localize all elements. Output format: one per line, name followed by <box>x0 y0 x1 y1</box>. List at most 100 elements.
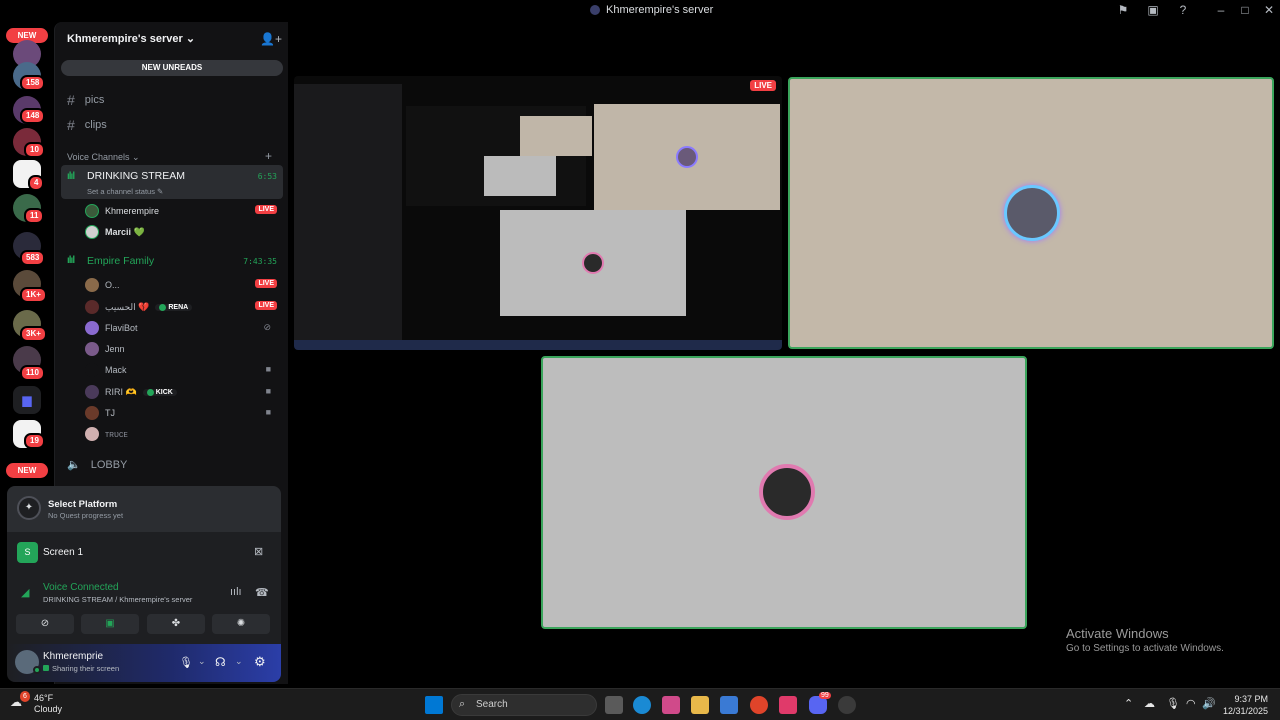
weather-widget[interactable]: ☁ 6 46°F Cloudy <box>10 691 62 715</box>
voice-user[interactable]: الحسيب 💔 RENA LIVE <box>85 298 277 316</box>
deafened-icon: ⊘ <box>263 322 271 332</box>
nested-tile <box>484 156 556 196</box>
avatar <box>85 300 99 314</box>
quest-panel[interactable]: ✦ Select Platform No Quest progress yet <box>7 486 281 532</box>
edge-icon[interactable] <box>633 696 651 714</box>
avatar <box>85 321 99 335</box>
volume-icon[interactable]: 🔊 <box>1202 697 1216 710</box>
store-icon[interactable] <box>720 696 738 714</box>
server-header[interactable]: Khmerempire's server ⌄ <box>67 32 195 45</box>
voice-status[interactable]: Voice Connected <box>43 582 119 593</box>
stream-tile-screen[interactable]: LIVE <box>294 76 782 350</box>
camera-icon: ■ <box>265 407 271 417</box>
invite-icon[interactable]: 👤+ <box>260 32 282 46</box>
chevron-down-icon[interactable]: ⌄ <box>198 656 206 667</box>
unread-badge: 4 <box>28 175 45 191</box>
avatar <box>85 278 99 292</box>
close-icon[interactable]: ✕ <box>1262 3 1276 17</box>
chevron-up-icon[interactable]: ⌃ <box>1124 697 1133 710</box>
inbox-icon[interactable]: ▣ <box>1146 3 1160 17</box>
avatar <box>85 225 99 239</box>
voice-user[interactable]: O... LIVE <box>85 276 277 294</box>
hash-icon: # <box>67 117 75 133</box>
windows-start-icon[interactable] <box>425 696 443 714</box>
app-icon[interactable] <box>779 696 797 714</box>
flag-icon[interactable]: ⚑ <box>1116 3 1130 17</box>
channel-pics[interactable]: # pics <box>67 92 104 108</box>
stream-tile-user[interactable] <box>541 356 1027 629</box>
share-screen-button[interactable]: ▣ <box>81 614 139 634</box>
help-icon[interactable]: ? <box>1176 3 1190 17</box>
voice-user[interactable]: TJ ■ <box>85 404 277 422</box>
soundboard-button[interactable]: ✺ <box>212 614 270 634</box>
voice-user[interactable]: Jenn <box>85 340 277 358</box>
live-badge: LIVE <box>255 279 277 288</box>
hash-icon: # <box>67 92 75 108</box>
user-tag: KICK <box>142 388 177 396</box>
live-badge: LIVE <box>255 301 277 310</box>
maximize-icon[interactable]: □ <box>1238 3 1252 17</box>
minimize-icon[interactable]: – <box>1214 3 1228 17</box>
chrome-icon[interactable] <box>750 696 768 714</box>
m365-icon[interactable] <box>662 696 680 714</box>
nested-tile <box>594 104 780 210</box>
voice-channel-empire[interactable]: ılıl Empire Family 7:43:35 <box>61 252 283 270</box>
screen-share-panel[interactable]: S Screen 1 ⊠ <box>7 532 281 574</box>
camera-icon: ■ <box>265 364 271 374</box>
headset-icon[interactable]: ☊ <box>215 655 226 669</box>
app-icon[interactable] <box>838 696 856 714</box>
unread-badge: 148 <box>20 108 46 124</box>
avatar <box>759 464 815 520</box>
avatar <box>676 146 698 168</box>
voice-user[interactable]: Khmerempire LIVE <box>85 202 277 220</box>
voice-active-icon: ılıl <box>67 171 75 182</box>
voice-user[interactable]: Mack ■ <box>85 361 277 379</box>
chevron-down-icon[interactable]: ⌄ <box>235 656 243 667</box>
category-voice[interactable]: Voice Channels ⌄ <box>67 152 140 163</box>
nested-sidebar <box>294 84 402 340</box>
username[interactable]: Khmeremprie <box>43 651 103 662</box>
stop-share-icon[interactable]: ⊠ <box>254 545 263 558</box>
unread-badge: 11 <box>24 208 45 224</box>
unread-badge: 110 <box>20 365 45 381</box>
stream-tile-user[interactable] <box>788 77 1274 349</box>
unread-badge: 10 <box>24 142 45 158</box>
voice-channel-lobby[interactable]: 🔈 LOBBY <box>67 458 127 472</box>
new-unreads-bar[interactable]: NEW UNREADS <box>61 60 283 76</box>
voice-user[interactable]: Marcii 💚 <box>85 223 277 241</box>
task-view-icon[interactable] <box>605 696 623 714</box>
clock[interactable]: 9:37 PM 12/31/2025 <box>1223 693 1268 717</box>
wifi-icon[interactable]: ◠ <box>1186 697 1196 710</box>
quest-title: Select Platform <box>48 499 118 510</box>
voice-user[interactable]: FlaviBot ⊘ <box>85 319 277 337</box>
activities-button[interactable]: ✤ <box>147 614 205 634</box>
voice-location[interactable]: DRINKING STREAM / Khmerempire's server <box>43 595 192 604</box>
add-channel-icon[interactable]: + <box>265 149 272 163</box>
avatar <box>85 427 99 441</box>
avatar <box>582 252 604 274</box>
user-tag: RENA <box>155 303 193 311</box>
avatar <box>1004 185 1060 241</box>
screen-label: Screen 1 <box>43 547 84 558</box>
channel-clips[interactable]: # clips <box>67 117 107 133</box>
voice-channel-drinking[interactable]: ılıl DRINKING STREAM 6:53 Set a channel … <box>61 165 283 199</box>
search-icon: ⌕ <box>459 698 466 710</box>
channel-status[interactable]: Set a channel status ✎ <box>87 187 163 196</box>
settings-gear-icon[interactable]: ⚙ <box>254 654 266 670</box>
file-explorer-icon[interactable] <box>691 696 709 714</box>
avatar <box>85 385 99 399</box>
folder-icon[interactable]: ▆ <box>13 386 41 414</box>
voice-user[interactable]: ᴛʀᴜᴄᴇ <box>85 425 277 443</box>
voice-user[interactable]: RIRI 🫶 KICK ■ <box>85 383 277 401</box>
disconnect-icon[interactable]: ☎ <box>255 586 269 599</box>
screen-share-status-icon <box>43 665 49 671</box>
taskbar: ☁ 6 46°F Cloudy ⌕ Search 99 ⌃ ☁ 🎙 ◠ 🔊 9:… <box>0 688 1280 720</box>
cloud-icon[interactable]: ☁ <box>1144 697 1155 710</box>
avatar <box>85 342 99 356</box>
new-pill-bottom[interactable]: NEW <box>6 463 48 478</box>
taskbar-search[interactable]: ⌕ Search <box>451 694 597 716</box>
mic-icon[interactable]: 🎙 <box>1166 697 1180 710</box>
camera-off-button[interactable]: ⊘ <box>16 614 74 634</box>
mic-icon[interactable]: 🎙 <box>179 656 193 669</box>
noise-suppression-icon[interactable]: ıılı <box>230 586 242 598</box>
